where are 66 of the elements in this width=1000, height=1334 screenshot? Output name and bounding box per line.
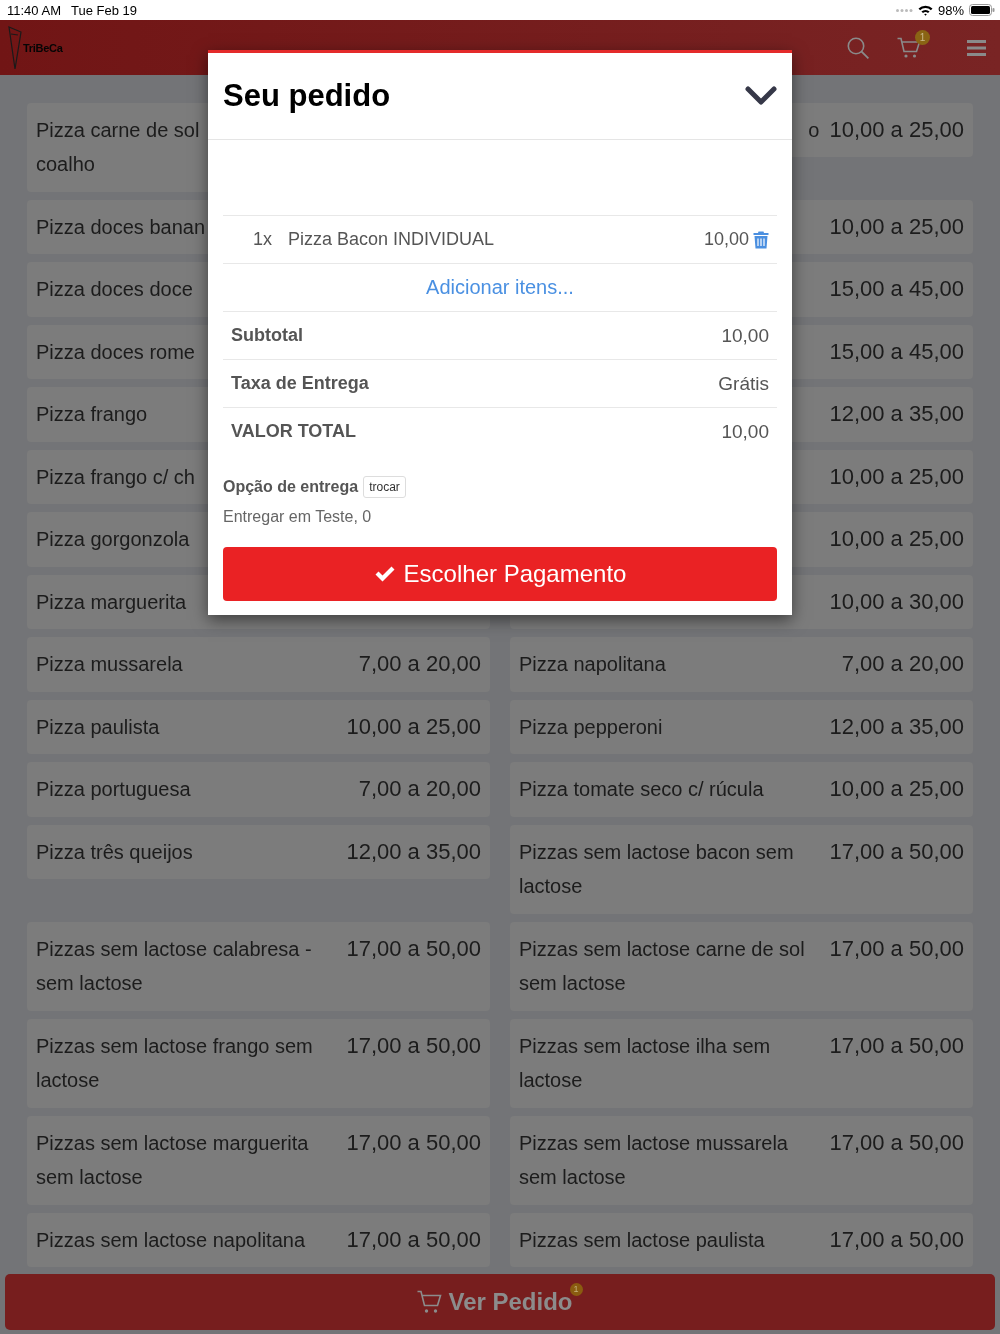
item-price: 10,00 a 25,00	[829, 212, 964, 241]
item-name: Pizza doces rome	[36, 339, 195, 365]
item-price: 17,00 a 50,00	[346, 934, 481, 963]
summary-value: Grátis	[718, 372, 769, 395]
delivery-option-label: Opção de entrega	[223, 478, 359, 496]
summary-value: 10,00	[721, 420, 769, 443]
item-price: 7,00 a 20,00	[841, 650, 964, 679]
item-name: Pizza três queijos	[36, 839, 193, 865]
item-name: Pizza doces doce	[36, 277, 193, 303]
item-price: 15,00 a 45,00	[829, 337, 964, 366]
item-name: Pizzas sem lactose paulista	[519, 1227, 765, 1253]
item-price: 17,00 a 50,00	[829, 837, 964, 866]
item-name: Pizza paulista	[36, 714, 160, 740]
item-price: 12,00 a 35,00	[346, 837, 481, 866]
delivery-address: Entregar em Teste, 0	[223, 508, 373, 526]
item-price: 10,00 a 25,00	[829, 115, 964, 144]
item-price: 10,00 a 30,00	[829, 587, 964, 616]
modal-title: Seu pedido	[223, 78, 391, 114]
item-name: Pizzas sem lactose napolitana	[36, 1227, 306, 1253]
summary-label: Taxa de Entrega	[231, 373, 369, 394]
item-name: Pizza napolitana	[519, 652, 666, 678]
item-price: 10,00 a 25,00	[829, 525, 964, 554]
item-name: Pizza tomate seco c/ rúcula	[519, 777, 764, 803]
item-quantity: 1x	[253, 229, 273, 250]
item-name: Pizza mussarela	[36, 652, 183, 678]
summary-value: 10,00	[721, 324, 769, 347]
item-name: Pizzas sem lactose frango sem lactose	[36, 1033, 314, 1094]
item-price: 17,00 a 50,00	[346, 1128, 481, 1157]
item-name: Pizza gorgonzola	[36, 527, 190, 553]
item-price: 17,00 a 50,00	[346, 1225, 481, 1254]
item-price: 15,00 a 45,00	[829, 275, 964, 304]
item-price: 17,00 a 50,00	[346, 1031, 481, 1060]
item-name: o	[808, 117, 820, 143]
item-name: Pizzas sem lactose carne de sol sem lactose	[519, 936, 806, 997]
item-price: 17,00 a 50,00	[829, 1128, 964, 1157]
item-name: Pizzas sem lactose mussarela sem lactose	[519, 1130, 789, 1191]
order-item-name: Pizza Bacon INDIVIDUAL	[288, 229, 495, 250]
summary-label: VALOR TOTAL	[231, 421, 356, 442]
item-price: 17,00 a 50,00	[829, 1225, 964, 1254]
item-name: Pizzas sem lactose calabresa - sem lactose	[36, 936, 313, 997]
item-name: Pizzas sem lactose bacon sem lactose	[519, 839, 795, 900]
item-name: Pizza frango	[36, 402, 148, 428]
status-time: 11:40 AM	[7, 2, 61, 18]
status-date: Tue Feb 19	[70, 2, 137, 18]
item-price: 10,00 a 25,00	[829, 775, 964, 804]
item-name: Pizzas sem lactose ilha sem lactose	[519, 1033, 772, 1094]
order-item-price: 10,00	[703, 229, 749, 250]
item-price: 7,00 a 20,00	[358, 775, 481, 804]
item-name: Pizza frango c/ ch	[36, 464, 195, 490]
item-name: Pizza doces banan	[36, 214, 205, 240]
item-price: 12,00 a 35,00	[829, 712, 964, 741]
item-name: Pizza pepperoni	[519, 714, 663, 740]
item-price: 12,00 a 35,00	[829, 400, 964, 429]
order-count-badge: 1	[569, 1283, 583, 1296]
item-name: Pizzas sem lactose marguerita sem lactose	[36, 1130, 310, 1191]
item-name: Pizza marguerita	[36, 589, 187, 615]
cart-count-badge: 1	[915, 29, 930, 45]
item-price: 10,00 a 25,00	[346, 712, 481, 741]
item-price: 10,00 a 25,00	[829, 462, 964, 491]
item-name: Pizza portuguesa	[36, 777, 191, 803]
summary-label: Subtotal	[231, 325, 303, 346]
battery-percent: 98%	[937, 2, 964, 18]
item-price: 7,00 a 20,00	[358, 650, 481, 679]
item-name: Pizza carne de sol coalho	[36, 117, 200, 178]
item-price: 17,00 a 50,00	[829, 934, 964, 963]
item-price: 17,00 a 50,00	[829, 1031, 964, 1060]
